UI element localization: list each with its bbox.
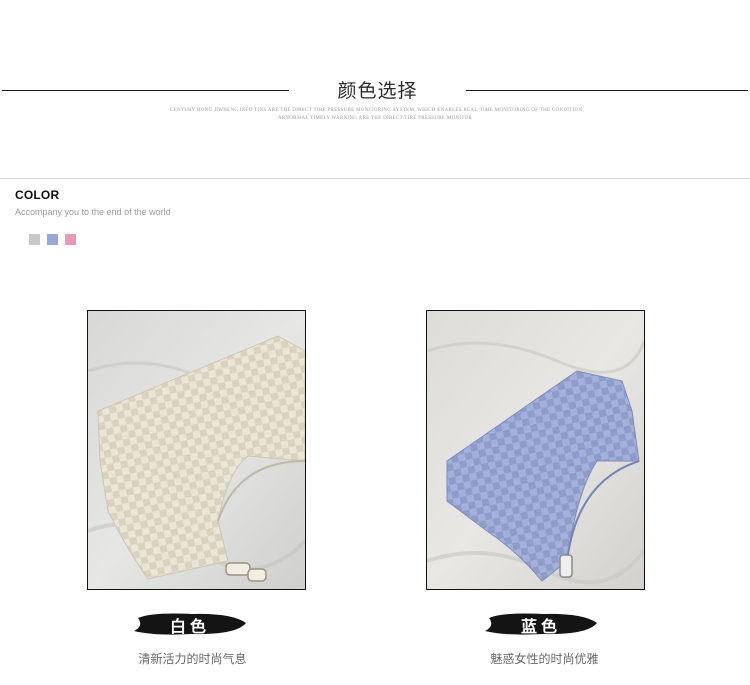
label-blue-text: 蓝色 [520, 617, 561, 636]
tiny-description-line-2: abnormal timely warning are the direct t… [277, 116, 473, 121]
title-rule-right [466, 90, 748, 91]
product-photo-blue [426, 310, 645, 590]
swatch-pink [65, 234, 76, 245]
label-white: 白色 [132, 609, 248, 639]
section-title: 颜色选择 [337, 80, 418, 102]
tiny-description-line-1: Century Hong Jiwheng info tins are the d… [170, 108, 584, 113]
caption-white: 清新活力的时尚气息 [138, 652, 247, 666]
blue-bag-image [427, 311, 644, 589]
caption-blue: 魅惑女性的时尚优雅 [490, 652, 599, 666]
section-divider [0, 178, 750, 179]
color-heading: COLOR [15, 188, 60, 202]
swatch-grey [29, 234, 40, 245]
color-subtitle: Accompany you to the end of the world [15, 207, 171, 217]
title-rule-left [2, 90, 289, 91]
label-white-text: 白色 [169, 617, 210, 636]
label-blue: 蓝色 [483, 609, 599, 639]
swatch-blue [47, 234, 58, 245]
product-photo-white [87, 310, 306, 590]
white-bag-image [88, 311, 305, 589]
